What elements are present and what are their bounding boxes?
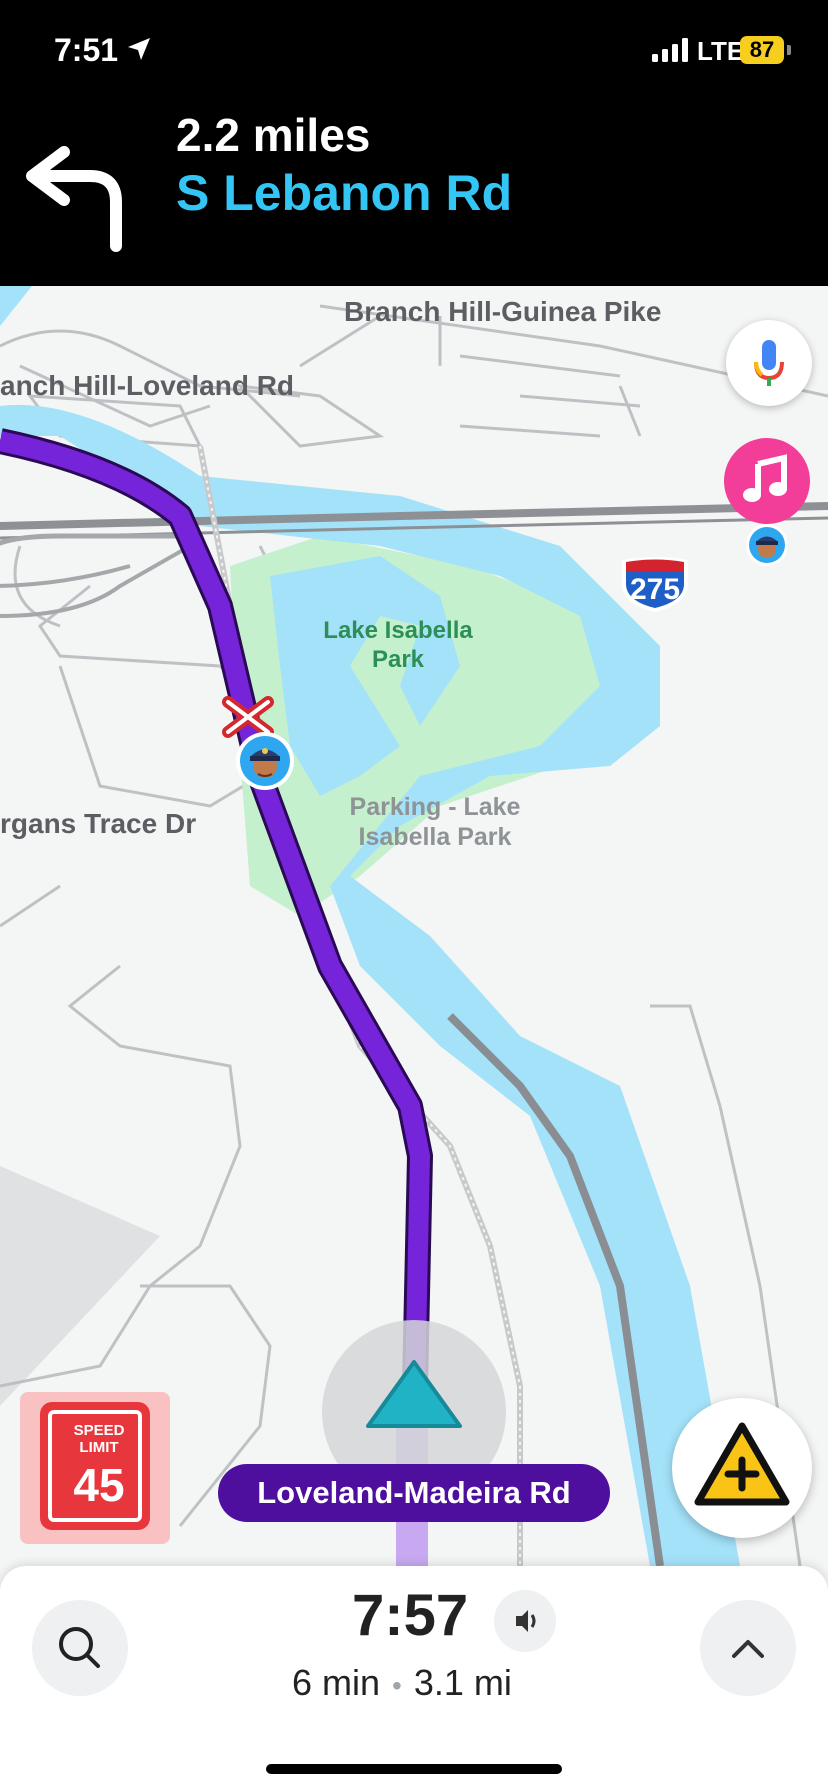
speed-limit-title: SPEED LIMIT (73, 1422, 125, 1456)
speaker-icon (516, 1610, 536, 1632)
trip-summary: 6 min • 3.1 mi (292, 1662, 512, 1704)
battery-indicator: 87 (740, 36, 784, 64)
map-canvas[interactable] (0, 286, 828, 1566)
police-report-icon[interactable] (744, 522, 790, 568)
report-plus-icon (694, 1422, 790, 1506)
separator-dot: • (392, 1670, 402, 1701)
battery-tip (787, 45, 791, 55)
map-view[interactable]: Branch Hill-Guinea Pike anch Hill-Lovela… (0, 286, 828, 1566)
map-label-lake-isabella-park[interactable]: Lake Isabella Park (308, 616, 488, 674)
signal-icon (652, 38, 688, 62)
search-button[interactable] (32, 1600, 128, 1696)
current-road-name: Loveland-Madeira Rd (218, 1464, 610, 1522)
map-label-branch-hill-guinea-pike: Branch Hill-Guinea Pike (344, 296, 662, 327)
turn-left-icon (26, 146, 122, 252)
arrival-time: 7:57 (352, 1583, 469, 1648)
turn-street-name: S Lebanon Rd (176, 165, 513, 221)
map-label-parking[interactable]: Parking - Lake Isabella Park (330, 792, 540, 852)
map-label-morgans-trace-dr: rgans Trace Dr (0, 808, 197, 839)
voice-command-button[interactable] (726, 320, 812, 406)
trip-duration: 6 min (292, 1662, 381, 1703)
report-hazard-button[interactable] (672, 1398, 812, 1538)
home-indicator[interactable] (266, 1764, 562, 1774)
status-time: 7:51 (54, 32, 119, 68)
speed-limit-plate: SPEED LIMIT 45 (40, 1402, 150, 1530)
chevron-up-icon (732, 1640, 764, 1658)
police-report-icon[interactable] (234, 730, 296, 792)
status-bar: 7:51 LTE 87 (0, 0, 828, 100)
speed-limit-value: 45 (73, 1459, 125, 1511)
interstate-275-shield: 275 (622, 557, 688, 612)
location-arrow-icon (128, 38, 150, 60)
expand-panel-button[interactable] (700, 1600, 796, 1696)
speed-limit-border: SPEED LIMIT 45 (48, 1410, 142, 1522)
navigation-instruction[interactable]: 2.2 miles S Lebanon Rd (0, 100, 828, 286)
speed-limit-sign: SPEED LIMIT 45 (20, 1392, 170, 1544)
interstate-number: 275 (630, 573, 680, 606)
turn-distance: 2.2 miles (176, 109, 371, 161)
trip-info-panel: 7:57 6 min • 3.1 mi (0, 1566, 828, 1792)
search-icon (59, 1627, 100, 1668)
sound-settings-button[interactable] (494, 1590, 556, 1652)
map-label-branch-hill-loveland-rd: anch Hill-Loveland Rd (0, 370, 295, 401)
trip-distance: 3.1 mi (413, 1662, 512, 1703)
music-player-button[interactable] (724, 438, 810, 524)
microphone-icon (754, 340, 784, 386)
network-type: LTE (697, 36, 745, 66)
music-note-icon (743, 454, 787, 502)
